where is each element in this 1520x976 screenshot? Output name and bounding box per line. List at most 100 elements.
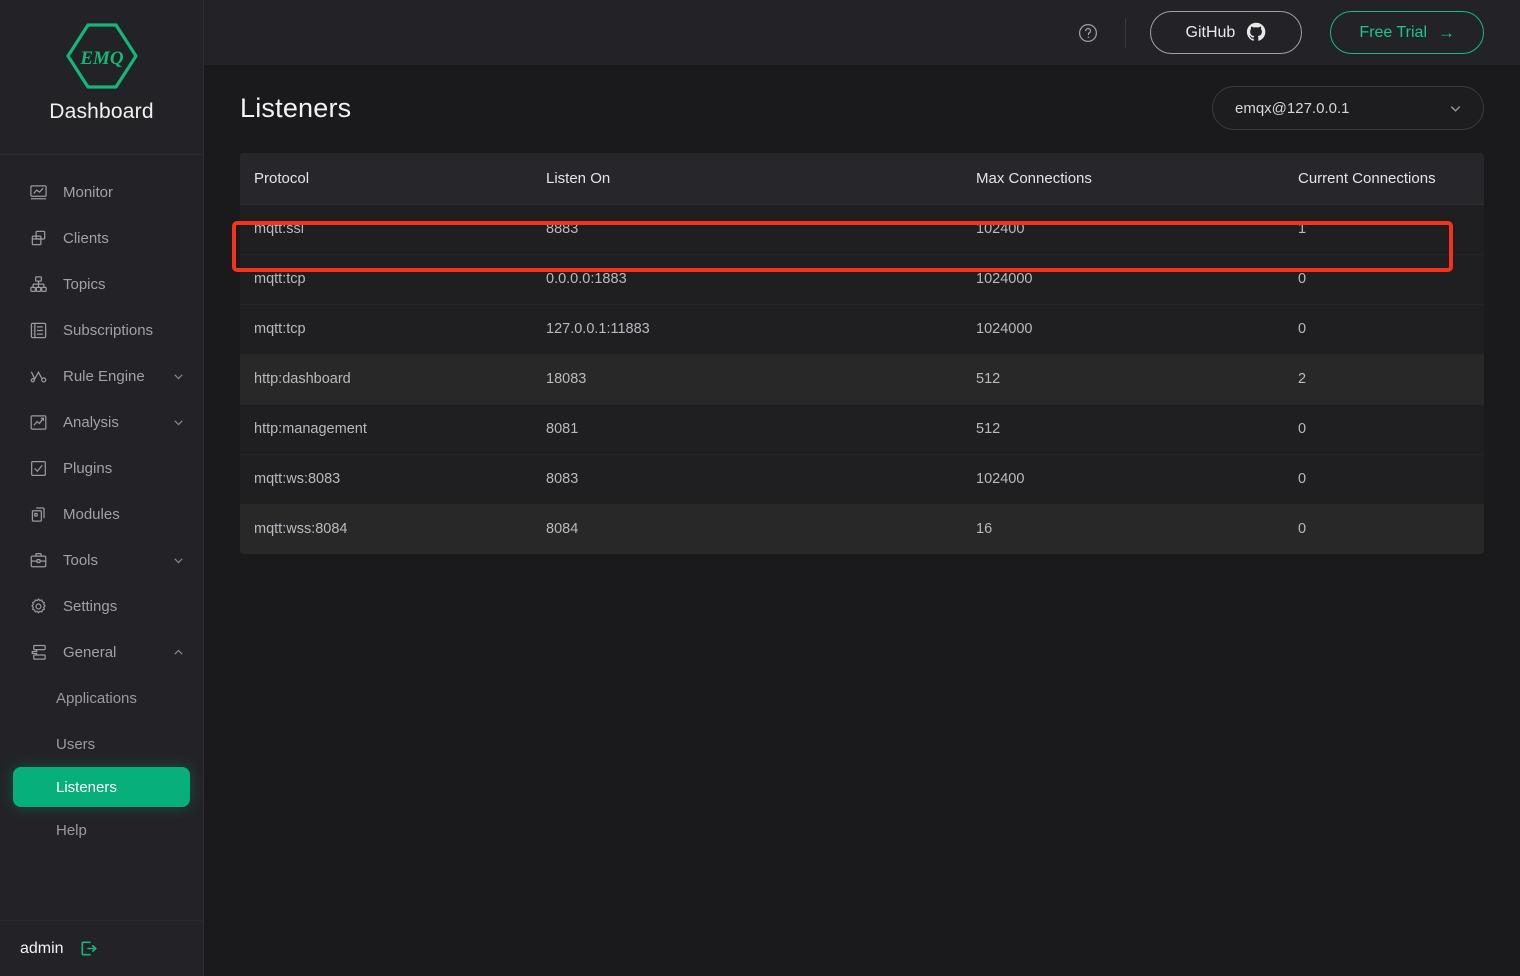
github-icon: [1246, 22, 1267, 43]
sidebar-item-modules[interactable]: Modules: [0, 491, 203, 537]
sidebar-item-label: Subscriptions: [63, 322, 185, 339]
page-header: Listeners emqx@127.0.0.1: [240, 65, 1484, 151]
column-header-protocol[interactable]: Protocol: [240, 153, 532, 204]
sidebar-item-help[interactable]: Help: [0, 807, 203, 853]
chevron-up-icon: [171, 645, 185, 659]
table-row[interactable]: mqtt:ws:808380831024000: [240, 454, 1484, 504]
brand-block: EMQ Dashboard: [0, 0, 203, 155]
rule-engine-icon: [28, 366, 49, 387]
sidebar-item-label: Rule Engine: [63, 368, 171, 385]
cell-listen-on: 18083: [532, 354, 962, 404]
settings-icon: [28, 596, 49, 617]
tools-icon: [28, 550, 49, 571]
analysis-icon: [28, 412, 49, 433]
table-row[interactable]: http:dashboard180835122: [240, 354, 1484, 404]
cell-listen-on: 8081: [532, 404, 962, 454]
table-row[interactable]: mqtt:wss:80848084160: [240, 504, 1484, 554]
sidebar-subitem-label: Users: [56, 736, 95, 753]
sidebar-item-label: Plugins: [63, 460, 185, 477]
cell-max-connections: 16: [962, 504, 1284, 554]
cell-current-connections: 0: [1284, 404, 1484, 454]
node-selector[interactable]: emqx@127.0.0.1: [1212, 86, 1484, 130]
sidebar-item-label: Clients: [63, 230, 185, 247]
general-icon: [28, 642, 49, 663]
table-row[interactable]: mqtt:tcp0.0.0.0:188310240000: [240, 254, 1484, 304]
github-button-label: GitHub: [1186, 24, 1236, 42]
sidebar-item-settings[interactable]: Settings: [0, 583, 203, 629]
chevron-down-icon: [171, 369, 185, 383]
sidebar-subitem-label: Listeners: [56, 779, 117, 796]
subscriptions-icon: [28, 320, 49, 341]
cell-max-connections: 512: [962, 404, 1284, 454]
clients-icon: [28, 228, 49, 249]
logout-icon[interactable]: [78, 938, 100, 960]
sidebar-item-users[interactable]: Users: [0, 721, 203, 767]
svg-text:EMQ: EMQ: [79, 48, 124, 69]
cell-protocol: mqtt:tcp: [240, 254, 532, 304]
arrow-right-icon: →: [1438, 24, 1455, 41]
username-label: admin: [20, 940, 64, 958]
user-bar: admin: [0, 920, 203, 976]
cell-listen-on: 8083: [532, 454, 962, 504]
sidebar-item-label: Monitor: [63, 184, 185, 201]
cell-protocol: mqtt:ws:8083: [240, 454, 532, 504]
cell-protocol: mqtt:tcp: [240, 304, 532, 354]
cell-protocol: http:management: [240, 404, 532, 454]
topbar-divider: [1125, 18, 1126, 48]
chevron-down-icon: [171, 553, 185, 567]
table-head: Protocol Listen On Max Connections Curre…: [240, 153, 1484, 204]
sidebar-item-label: Settings: [63, 598, 185, 615]
sidebar-item-label: General: [63, 644, 171, 661]
free-trial-button[interactable]: Free Trial →: [1330, 11, 1484, 54]
sidebar-item-applications[interactable]: Applications: [0, 675, 203, 721]
column-header-current-connections[interactable]: Current Connections: [1284, 153, 1484, 204]
plugins-icon: [28, 458, 49, 479]
content-area: Listeners emqx@127.0.0.1 Protocol: [204, 65, 1520, 976]
sidebar: EMQ Dashboard Monitor: [0, 0, 204, 976]
topics-icon: [28, 274, 49, 295]
sidebar-item-subscriptions[interactable]: Subscriptions: [0, 307, 203, 353]
topbar: GitHub Free Trial →: [204, 0, 1520, 65]
cell-protocol: http:dashboard: [240, 354, 532, 404]
listeners-table-wrapper: Protocol Listen On Max Connections Curre…: [240, 153, 1484, 554]
cell-listen-on: 127.0.0.1:11883: [532, 304, 962, 354]
main-area: GitHub Free Trial → Listeners emqx@127.0…: [204, 0, 1520, 976]
node-selector-value: emqx@127.0.0.1: [1235, 100, 1349, 117]
column-header-max-connections[interactable]: Max Connections: [962, 153, 1284, 204]
sidebar-item-monitor[interactable]: Monitor: [0, 169, 203, 215]
sidebar-subitem-label: Applications: [56, 690, 137, 707]
sidebar-item-tools[interactable]: Tools: [0, 537, 203, 583]
sidebar-item-listeners[interactable]: Listeners: [13, 767, 190, 807]
sidebar-item-analysis[interactable]: Analysis: [0, 399, 203, 445]
table-header-row: Protocol Listen On Max Connections Curre…: [240, 153, 1484, 204]
column-header-listen-on[interactable]: Listen On: [532, 153, 962, 204]
emq-logo-icon: EMQ: [65, 22, 139, 90]
cell-max-connections: 102400: [962, 204, 1284, 254]
page-title: Listeners: [240, 93, 351, 124]
table-row[interactable]: mqtt:tcp127.0.0.1:1188310240000: [240, 304, 1484, 354]
sidebar-nav: Monitor Clients: [0, 155, 203, 920]
emqx-dashboard-app: EMQ Dashboard Monitor: [0, 0, 1520, 976]
sidebar-item-clients[interactable]: Clients: [0, 215, 203, 261]
sidebar-item-plugins[interactable]: Plugins: [0, 445, 203, 491]
sidebar-item-label: Modules: [63, 506, 185, 523]
cell-protocol: mqtt:ssl: [240, 204, 532, 254]
sidebar-item-rule-engine[interactable]: Rule Engine: [0, 353, 203, 399]
chevron-down-icon: [171, 415, 185, 429]
github-button[interactable]: GitHub: [1150, 11, 1302, 54]
cell-listen-on: 8084: [532, 504, 962, 554]
question-circle-icon[interactable]: [1077, 22, 1099, 44]
cell-listen-on: 8883: [532, 204, 962, 254]
sidebar-item-label: Tools: [63, 552, 171, 569]
sidebar-item-topics[interactable]: Topics: [0, 261, 203, 307]
listeners-table: Protocol Listen On Max Connections Curre…: [240, 153, 1484, 554]
table-row[interactable]: http:management80815120: [240, 404, 1484, 454]
sidebar-item-general[interactable]: General: [0, 629, 203, 675]
cell-max-connections: 1024000: [962, 254, 1284, 304]
table-row[interactable]: mqtt:ssl88831024001: [240, 204, 1484, 254]
cell-protocol: mqtt:wss:8084: [240, 504, 532, 554]
sidebar-subitem-label: Help: [56, 822, 87, 839]
modules-icon: [28, 504, 49, 525]
table-body: mqtt:ssl88831024001mqtt:tcp0.0.0.0:18831…: [240, 204, 1484, 554]
cell-current-connections: 0: [1284, 254, 1484, 304]
